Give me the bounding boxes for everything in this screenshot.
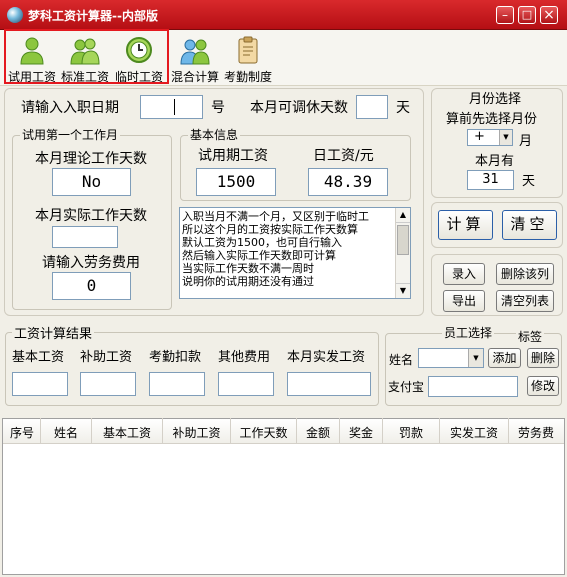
leave-days-label: 本月可调休天数	[250, 100, 348, 116]
basic-pay-field[interactable]	[12, 372, 68, 396]
net-pay-field[interactable]	[287, 372, 371, 396]
delete-column-button[interactable]: 删除该列	[496, 263, 554, 285]
selection-highlight	[4, 29, 169, 84]
theory-days-field[interactable]: No	[52, 168, 131, 196]
col-header[interactable]: 基本工资	[92, 424, 162, 440]
entry-date-input[interactable]	[140, 95, 203, 119]
leave-days-input[interactable]	[356, 95, 388, 119]
attendance-deduction-label: 考勤扣款	[149, 350, 202, 365]
other-fees-label: 其他费用	[218, 350, 271, 365]
edit-employee-button[interactable]: 修改	[527, 376, 559, 396]
col-header[interactable]: 补助工资	[163, 424, 230, 440]
notes-line: 当实际工作天数不满一周时	[182, 262, 314, 275]
allowance-label: 补助工资	[80, 350, 133, 365]
col-header[interactable]: 奖金	[340, 424, 382, 440]
days-unit-label: 天	[522, 174, 536, 189]
month-select-hint: 算前先选择月份	[446, 112, 538, 127]
spinner-arrow-icon[interactable]: ▼	[499, 130, 512, 145]
month-value: +	[474, 129, 485, 144]
tag-label: 标签	[516, 328, 545, 345]
toolbar-mixed-calc[interactable]: 混合计算	[169, 33, 221, 85]
alipay-label: 支付宝	[388, 380, 425, 394]
col-header[interactable]: 序号	[4, 424, 40, 440]
notes-line: 入职当月不满一个月，又区别于临时工	[182, 210, 369, 223]
col-header[interactable]: 实发工资	[440, 424, 508, 440]
calculate-button[interactable]: 计算	[438, 210, 493, 240]
other-fees-field[interactable]	[218, 372, 274, 396]
name-select[interactable]: ▼	[418, 348, 484, 368]
clipboard-icon	[238, 36, 258, 64]
col-header[interactable]: 罚款	[383, 424, 439, 440]
name-label: 姓名	[389, 353, 414, 367]
trial-month-title: 试用第一个工作月	[20, 126, 121, 143]
scroll-up-arrow[interactable]: ▲	[396, 208, 410, 223]
leave-unit-label: 天	[396, 100, 410, 116]
allowance-field[interactable]	[80, 372, 136, 396]
col-header[interactable]: 工作天数	[231, 424, 296, 440]
delete-employee-button[interactable]: 删除	[527, 348, 559, 368]
trial-salary-input[interactable]: 1500	[196, 168, 276, 196]
add-record-button[interactable]: 录入	[443, 263, 485, 285]
employee-title: 员工选择	[442, 324, 495, 341]
notes-line: 所以这个月的工资按实际工作天数算	[182, 223, 358, 236]
notes-textarea[interactable]: 入职当月不满一个月，又区别于临时工 所以这个月的工资按实际工作天数算 默认工资为…	[179, 207, 411, 299]
scroll-down-arrow[interactable]: ▼	[396, 283, 410, 298]
month-unit-label: 月	[519, 134, 533, 149]
actual-days-label: 本月实际工作天数	[35, 208, 147, 224]
daily-wage-label: 日工资/元	[313, 148, 374, 164]
result-title: 工资计算结果	[12, 323, 95, 342]
theory-days-label: 本月理论工作天数	[35, 151, 147, 167]
clear-list-button[interactable]: 清空列表	[496, 290, 554, 312]
text-cursor	[174, 99, 175, 115]
clear-button[interactable]: 清空	[502, 210, 557, 240]
people-icon	[180, 39, 210, 65]
days-count-label: 本月有	[475, 154, 515, 169]
maximize-button[interactable]: □	[518, 6, 536, 24]
date-unit-label: 号	[211, 100, 225, 116]
trial-salary-label: 试用期工资	[198, 148, 268, 164]
entry-date-label: 请输入入职日期	[21, 100, 119, 116]
labor-fee-input[interactable]: 0	[52, 272, 131, 300]
app-icon	[7, 7, 23, 23]
export-button[interactable]: 导出	[443, 290, 485, 312]
notes-line: 然后输入实际工作天数即可计算	[182, 249, 336, 262]
scroll-thumb[interactable]	[397, 225, 409, 255]
toolbar-attendance[interactable]: 考勤制度	[222, 33, 274, 85]
alipay-input[interactable]	[428, 376, 518, 397]
col-header[interactable]: 姓名	[41, 424, 91, 440]
close-button[interactable]: ×	[540, 6, 558, 24]
days-count-field[interactable]: 31	[467, 170, 514, 190]
basic-pay-label: 基本工资	[12, 350, 65, 365]
month-select-title: 月份选择	[469, 92, 522, 107]
col-header[interactable]: 金额	[297, 424, 339, 440]
window-title: 梦科工资计算器--内部版	[28, 9, 158, 23]
actual-days-input[interactable]	[52, 226, 118, 248]
col-header[interactable]: 劳务费	[509, 424, 563, 440]
daily-wage-field[interactable]: 48.39	[308, 168, 388, 196]
notes-line: 说明你的试用期还没有通过	[182, 275, 314, 288]
month-spinner[interactable]: + ▼	[467, 129, 513, 146]
toolbar-label: 考勤制度	[223, 70, 272, 84]
minimize-button[interactable]: –	[496, 6, 514, 24]
net-pay-label: 本月实发工资	[287, 350, 366, 365]
notes-line: 默认工资为1500，也可自行输入	[182, 236, 342, 249]
basic-info-title: 基本信息	[188, 126, 241, 143]
attendance-deduction-field[interactable]	[149, 372, 205, 396]
add-employee-button[interactable]: 添加	[488, 348, 521, 368]
chevron-down-icon[interactable]: ▼	[468, 349, 483, 367]
labor-fee-label: 请输入劳务费用	[42, 255, 140, 271]
notes-scrollbar[interactable]: ▲ ▼	[395, 208, 410, 298]
